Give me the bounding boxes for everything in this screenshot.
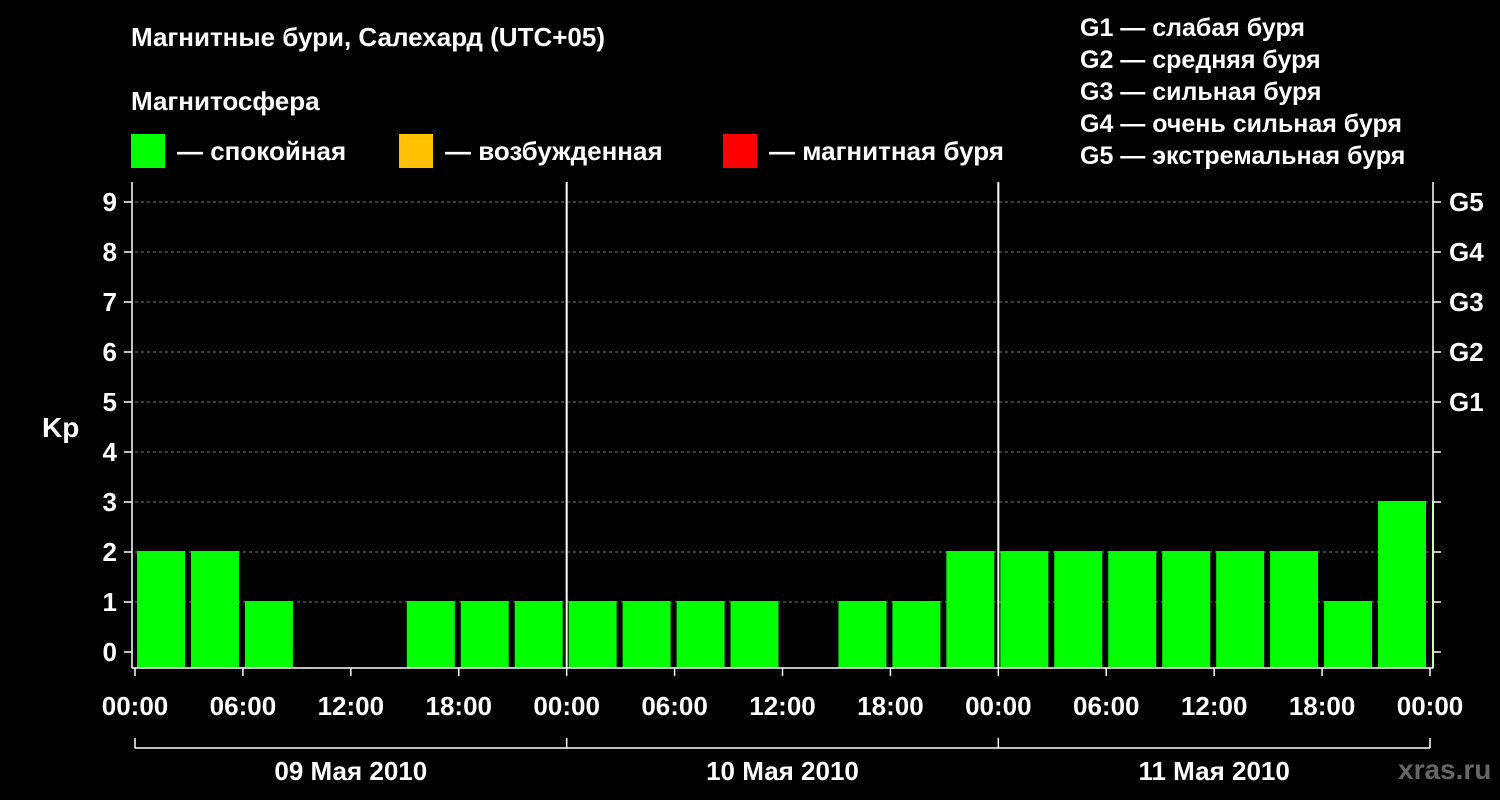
x-tick-label-1: 06:00	[210, 691, 277, 721]
x-tick-label-2: 12:00	[318, 691, 385, 721]
y-tick-label-1: 1	[103, 587, 117, 617]
right-axis-label-g2: G2	[1449, 337, 1484, 367]
x-tick-label-6: 12:00	[749, 691, 816, 721]
x-tick-label-4: 00:00	[533, 691, 600, 721]
y-tick-label-8: 8	[103, 237, 117, 267]
day-label-1: 10 Мая 2010	[706, 756, 859, 786]
kp-bar-14	[892, 601, 941, 668]
x-tick-label-10: 12:00	[1181, 691, 1248, 721]
right-axis-label-g3: G3	[1449, 287, 1484, 317]
x-tick-label-5: 06:00	[641, 691, 708, 721]
x-tick-label-12: 00:00	[1397, 691, 1464, 721]
kp-bar-9	[622, 601, 671, 668]
y-tick-label-9: 9	[103, 187, 117, 217]
kp-bar-7	[514, 601, 563, 668]
right-axis-label-g4: G4	[1449, 237, 1484, 267]
day-label-0: 09 Мая 2010	[274, 756, 427, 786]
y-axis-title: Kp	[42, 412, 79, 443]
kp-bar-0	[137, 551, 185, 668]
kp-bar-18	[1108, 551, 1157, 668]
kp-bar-8	[568, 601, 617, 668]
kp-bar-11	[730, 601, 779, 668]
kp-bar-chart: 0 1 2 3 4 5 6 7 8 9 G1 G2 G3 G4 G5 Kp 00:00 06:00 12:00 18:…	[42, 182, 1484, 786]
x-tick-label-0: 00:00	[102, 691, 169, 721]
kp-bar-16	[1000, 551, 1049, 668]
right-axis-label-g5: G5	[1449, 187, 1484, 217]
kp-bar-15	[946, 551, 995, 668]
right-axis-label-g1: G1	[1449, 387, 1484, 417]
kp-bar-10	[676, 601, 725, 668]
y-tick-label-5: 5	[103, 387, 117, 417]
watermark: xras.ru	[1398, 754, 1492, 785]
x-tick-label-9: 06:00	[1073, 691, 1140, 721]
kp-bar-17	[1054, 551, 1103, 668]
y-tick-label-3: 3	[103, 487, 117, 517]
kp-bar-13	[838, 601, 887, 668]
kp-bar-22	[1324, 601, 1373, 668]
y-tick-label-4: 4	[103, 437, 118, 467]
y-tick-label-7: 7	[103, 287, 117, 317]
kp-bar-23	[1378, 501, 1426, 668]
x-tick-label-11: 18:00	[1289, 691, 1356, 721]
x-tick-label-3: 18:00	[426, 691, 493, 721]
day-label-2: 11 Мая 2010	[1138, 756, 1289, 786]
kp-bar-21	[1270, 551, 1319, 668]
y-tick-label-0: 0	[103, 637, 117, 667]
kp-bar-20	[1216, 551, 1265, 668]
x-tick-label-7: 18:00	[857, 691, 924, 721]
kp-bar-1	[190, 551, 239, 668]
x-tick-label-8: 00:00	[965, 691, 1032, 721]
kp-bar-2	[244, 601, 293, 668]
y-tick-label-6: 6	[103, 337, 117, 367]
kp-bar-19	[1162, 551, 1211, 668]
y-tick-label-2: 2	[103, 537, 117, 567]
kp-bar-6	[460, 601, 509, 668]
kp-bar-5	[406, 601, 455, 668]
